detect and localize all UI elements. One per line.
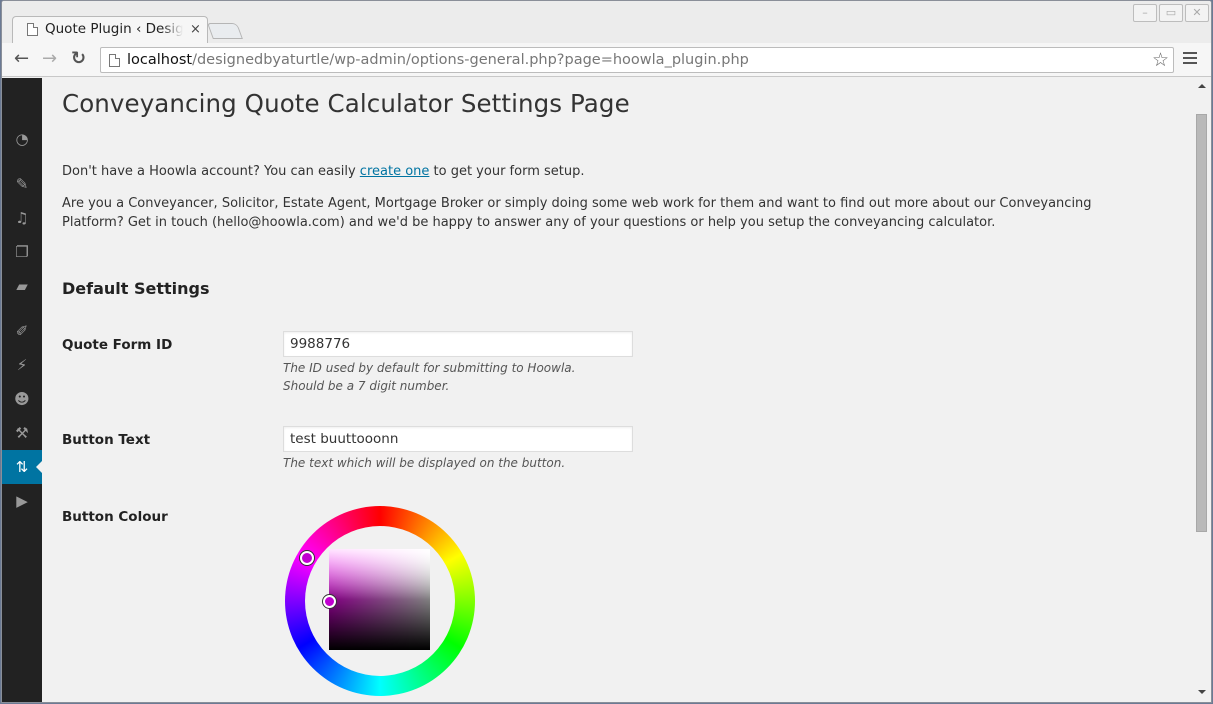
contact-text: Are you a Conveyancer, Solicitor, Estate… [62,196,1092,230]
main-content: Conveyancing Quote Calculator Settings P… [42,78,1192,702]
color-handle[interactable] [323,595,336,608]
address-bar[interactable]: localhost/designedbyaturtle/wp-admin/opt… [100,47,1174,73]
page-icon [27,22,38,36]
settings-sliders-icon[interactable]: ⇅ [2,450,42,484]
title-bar: Quote Plugin ‹ Designed by a Turtle × – … [2,1,1211,44]
browser-tab[interactable]: Quote Plugin ‹ Designed by a Turtle × [12,16,208,44]
pages-icon[interactable]: ❐ [2,235,42,269]
scroll-down-arrow[interactable] [1198,690,1206,698]
close-tab-icon[interactable]: × [190,22,201,37]
appearance-brush-icon[interactable]: ✐ [2,314,42,348]
tools-wrench-icon[interactable]: ⚒ [2,416,42,450]
plugins-icon[interactable]: ⚡ [2,348,42,382]
comments-icon[interactable]: ▰ [2,269,42,303]
admin-sidebar: ◔ ✎ ♫ ❐ ▰ ✐ ⚡ ☻ ⚒ ⇅ ▶ [2,78,42,702]
quote-form-id-help: The ID used by default for submitting to… [283,361,576,393]
maximize-button[interactable]: ▭ [1159,4,1183,22]
browser-window: Quote Plugin ‹ Designed by a Turtle × – … [1,0,1212,703]
media-icon[interactable]: ♫ [2,201,42,235]
hue-handle[interactable] [300,551,314,565]
posts-pin-icon[interactable]: ✎ [2,167,42,201]
section-title: Default Settings [62,279,210,298]
page-icon [109,54,120,67]
vertical-scrollbar[interactable] [1192,78,1211,702]
button-text-help: The text which will be displayed on the … [283,456,566,470]
close-window-button[interactable]: ✕ [1185,4,1209,22]
bookmark-star-icon[interactable]: ☆ [1152,49,1169,71]
dashboard-icon[interactable]: ◔ [2,122,42,156]
users-icon[interactable]: ☻ [2,382,42,416]
tab-title: Quote Plugin ‹ Designed by a Turtle [45,21,183,37]
browser-toolbar: ← → ↻ localhost/designedbyaturtle/wp-adm… [2,43,1211,77]
button-colour-label: Button Colour [62,509,168,525]
scroll-up-arrow[interactable] [1198,80,1206,88]
minimize-button[interactable]: – [1133,4,1157,22]
scroll-thumb[interactable] [1196,114,1207,532]
new-tab-button[interactable] [207,23,243,39]
intro-text: Don't have a Hoowla account? You can eas… [62,164,585,179]
forward-icon[interactable]: → [42,49,57,69]
create-account-link[interactable]: create one [360,164,430,179]
back-icon[interactable]: ← [14,49,29,69]
browser-menu-icon[interactable] [1183,52,1197,67]
url-text[interactable]: localhost/designedbyaturtle/wp-admin/opt… [127,52,749,68]
saturation-value-square[interactable] [329,549,430,650]
button-text-input[interactable] [283,426,633,452]
play-icon[interactable]: ▶ [2,484,42,518]
button-text-label: Button Text [62,432,151,448]
quote-form-id-label: Quote Form ID [62,337,173,353]
page-title: Conveyancing Quote Calculator Settings P… [62,89,630,118]
reload-icon[interactable]: ↻ [71,49,86,69]
quote-form-id-input[interactable] [283,331,633,357]
